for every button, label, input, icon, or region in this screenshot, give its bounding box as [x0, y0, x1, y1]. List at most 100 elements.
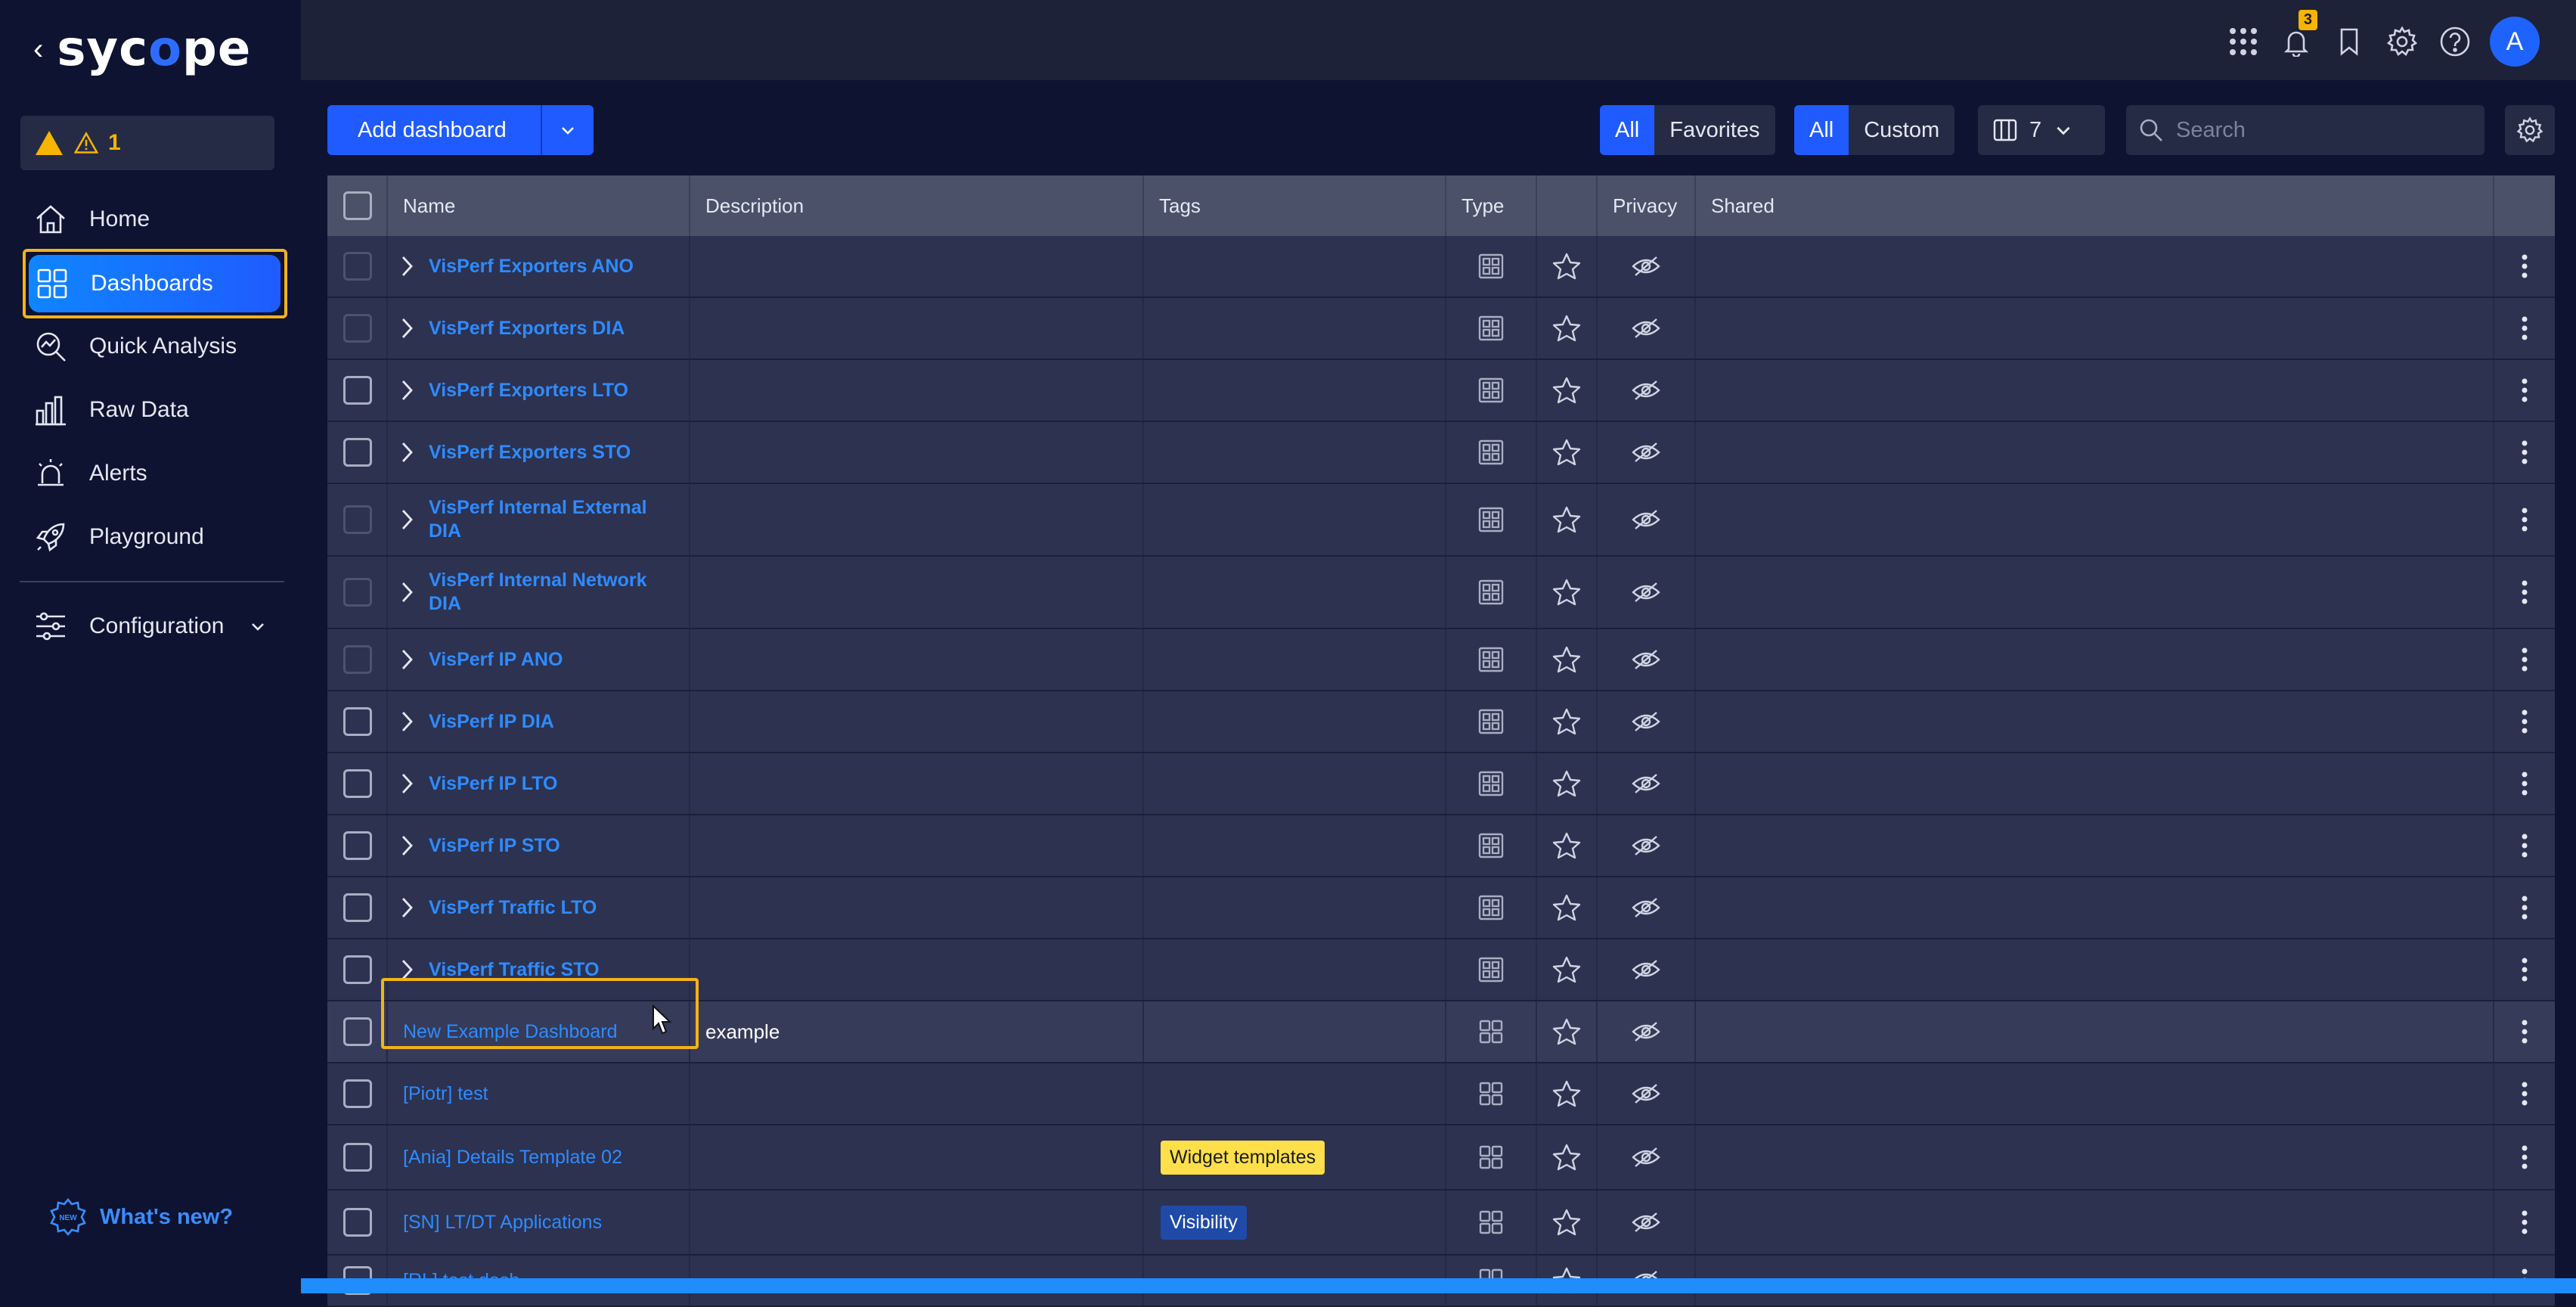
- dashboard-name-link[interactable]: VisPerf IP ANO: [429, 648, 563, 672]
- eye-slash-icon[interactable]: [1631, 317, 1661, 340]
- row-checkbox[interactable]: [343, 1208, 372, 1237]
- column-header-name[interactable]: Name: [388, 175, 690, 236]
- kebab-menu-icon[interactable]: [2521, 439, 2528, 466]
- select-all-checkbox[interactable]: [343, 191, 372, 220]
- expand-chevron-icon[interactable]: [398, 771, 415, 796]
- expand-chevron-icon[interactable]: [398, 647, 415, 672]
- sidebar-item-alerts[interactable]: Alerts: [33, 445, 147, 502]
- row-checkbox[interactable]: [343, 252, 372, 281]
- star-icon[interactable]: [1552, 1208, 1581, 1237]
- eye-slash-icon[interactable]: [1631, 710, 1661, 733]
- columns-selector[interactable]: 7: [1978, 105, 2105, 155]
- eye-slash-icon[interactable]: [1631, 581, 1661, 604]
- dashboard-name-link[interactable]: VisPerf IP STO: [429, 834, 560, 858]
- kebab-menu-icon[interactable]: [2521, 770, 2528, 797]
- row-checkbox[interactable]: [343, 505, 372, 534]
- column-header-type[interactable]: Type: [1446, 175, 1537, 236]
- row-checkbox[interactable]: [343, 1017, 372, 1046]
- kebab-menu-icon[interactable]: [2521, 956, 2528, 983]
- table-row[interactable]: VisPerf IP DIA: [327, 691, 2555, 753]
- star-icon[interactable]: [1552, 1079, 1581, 1108]
- kebab-menu-icon[interactable]: [2521, 1080, 2528, 1107]
- table-row[interactable]: VisPerf IP ANO: [327, 629, 2555, 691]
- whats-new-link[interactable]: NEW What's new?: [48, 1197, 233, 1237]
- expand-chevron-icon[interactable]: [398, 958, 415, 982]
- table-row[interactable]: VisPerf Exporters DIA: [327, 298, 2555, 360]
- table-row[interactable]: [SN] LT/DT Applications Visibility: [327, 1191, 2555, 1256]
- filter-all-dashboards[interactable]: All: [1600, 105, 1655, 155]
- dashboard-name-link[interactable]: [Ania] Details Template 02: [403, 1146, 622, 1169]
- kebab-menu-icon[interactable]: [2521, 646, 2528, 673]
- filter-favorites[interactable]: Favorites: [1654, 105, 1775, 155]
- eye-slash-icon[interactable]: [1631, 508, 1661, 531]
- dashboard-name-link[interactable]: [Piotr] test: [403, 1082, 488, 1106]
- dashboard-name-link[interactable]: VisPerf IP LTO: [429, 772, 557, 796]
- table-settings-button[interactable]: [2505, 105, 2555, 155]
- star-icon[interactable]: [1552, 769, 1581, 798]
- row-checkbox[interactable]: [343, 1143, 372, 1172]
- app-grid-button[interactable]: [2225, 23, 2261, 60]
- tag-badge[interactable]: Widget templates: [1161, 1140, 1325, 1175]
- expand-chevron-icon[interactable]: [398, 508, 415, 532]
- kebab-menu-icon[interactable]: [2521, 506, 2528, 533]
- eye-slash-icon[interactable]: [1631, 834, 1661, 857]
- expand-chevron-icon[interactable]: [398, 316, 415, 340]
- tag-badge[interactable]: Visibility: [1161, 1205, 1247, 1240]
- dashboard-name-link[interactable]: New Example Dashboard: [403, 1020, 617, 1044]
- eye-slash-icon[interactable]: [1631, 1020, 1661, 1043]
- add-dashboard-button[interactable]: Add dashboard: [327, 105, 594, 155]
- table-row[interactable]: VisPerf Traffic STO: [327, 939, 2555, 1001]
- eye-slash-icon[interactable]: [1631, 648, 1661, 671]
- dashboard-name-link[interactable]: VisPerf Exporters STO: [429, 441, 631, 464]
- kebab-menu-icon[interactable]: [2521, 894, 2528, 921]
- eye-slash-icon[interactable]: [1631, 1211, 1661, 1234]
- row-checkbox[interactable]: [343, 831, 372, 860]
- star-icon[interactable]: [1552, 252, 1581, 281]
- table-row[interactable]: VisPerf Exporters ANO: [327, 236, 2555, 298]
- row-checkbox[interactable]: [343, 578, 372, 607]
- table-row[interactable]: VisPerf IP LTO: [327, 753, 2555, 815]
- eye-slash-icon[interactable]: [1631, 255, 1661, 278]
- dashboard-name-link[interactable]: VisPerf Exporters LTO: [429, 379, 628, 402]
- settings-button[interactable]: [2384, 23, 2420, 60]
- kebab-menu-icon[interactable]: [2521, 832, 2528, 859]
- eye-slash-icon[interactable]: [1631, 1082, 1661, 1105]
- sidebar-item-raw-data[interactable]: Raw Data: [33, 381, 189, 439]
- expand-chevron-icon[interactable]: [398, 440, 415, 464]
- row-checkbox[interactable]: [343, 438, 372, 467]
- sidebar-item-configuration[interactable]: Configuration: [33, 598, 266, 655]
- dashboard-name-link[interactable]: VisPerf Traffic LTO: [429, 896, 597, 920]
- dashboard-name-link[interactable]: VisPerf Traffic STO: [429, 958, 600, 982]
- bookmark-button[interactable]: [2331, 23, 2367, 60]
- eye-slash-icon[interactable]: [1631, 1146, 1661, 1169]
- star-icon[interactable]: [1552, 438, 1581, 467]
- kebab-menu-icon[interactable]: [2521, 1144, 2528, 1171]
- filter-custom[interactable]: Custom: [1849, 105, 1954, 155]
- expand-chevron-icon[interactable]: [398, 580, 415, 604]
- eye-slash-icon[interactable]: [1631, 441, 1661, 464]
- eye-slash-icon[interactable]: [1631, 896, 1661, 919]
- dashboard-name-link[interactable]: VisPerf Internal External DIA: [429, 496, 656, 543]
- column-header-shared[interactable]: Shared: [1696, 175, 2494, 236]
- expand-chevron-icon[interactable]: [398, 834, 415, 858]
- star-icon[interactable]: [1552, 893, 1581, 922]
- alert-indicator[interactable]: 1: [20, 116, 274, 170]
- notifications-button[interactable]: 3: [2278, 10, 2317, 60]
- search-input[interactable]: [2175, 116, 2465, 144]
- column-header-tags[interactable]: Tags: [1144, 175, 1446, 236]
- star-icon[interactable]: [1552, 831, 1581, 860]
- logo[interactable]: ‹ sycope: [33, 21, 251, 77]
- row-checkbox[interactable]: [343, 769, 372, 798]
- eye-slash-icon[interactable]: [1631, 958, 1661, 981]
- row-checkbox[interactable]: [343, 955, 372, 984]
- expand-chevron-icon[interactable]: [398, 378, 415, 402]
- sidebar-item-dashboards[interactable]: Dashboards: [29, 255, 281, 312]
- star-icon[interactable]: [1552, 314, 1581, 343]
- dashboard-name-link[interactable]: VisPerf Exporters ANO: [429, 255, 634, 278]
- kebab-menu-icon[interactable]: [2521, 708, 2528, 735]
- table-row[interactable]: [Piotr] test: [327, 1063, 2555, 1125]
- back-chevron-icon[interactable]: ‹: [33, 33, 43, 67]
- table-row[interactable]: VisPerf Exporters STO: [327, 422, 2555, 484]
- star-icon[interactable]: [1552, 578, 1581, 607]
- eye-slash-icon[interactable]: [1631, 772, 1661, 795]
